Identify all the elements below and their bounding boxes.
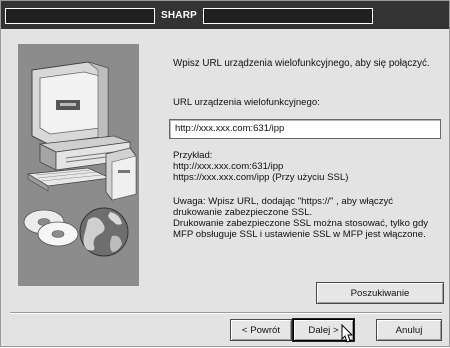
button-row-separator bbox=[10, 312, 442, 314]
back-button[interactable]: < Powrót bbox=[230, 319, 292, 341]
computer-illustration bbox=[18, 44, 139, 286]
example-text: Przykład: http://xxx.xxx.com:631/ipp htt… bbox=[173, 150, 349, 183]
search-button[interactable]: Poszukiwanie bbox=[316, 282, 444, 304]
window-title: SHARP bbox=[161, 10, 198, 21]
computer-illustration-icon bbox=[18, 44, 139, 286]
cancel-button[interactable]: Anuluj bbox=[376, 319, 442, 341]
ssl-note-text: Uwaga: Wpisz URL, dodając "https://" , a… bbox=[173, 196, 429, 240]
title-bar: SHARP bbox=[1, 1, 449, 29]
title-bar-decoration-right bbox=[203, 8, 373, 24]
url-input[interactable]: http://xxx.xxx.com:631/ipp bbox=[169, 119, 441, 139]
url-field-label: URL urządzenia wielofunkcyjnego: bbox=[173, 97, 320, 108]
instruction-text: Wpisz URL urządzenia wielofunkcyjnego, a… bbox=[173, 58, 430, 69]
title-bar-decoration-left bbox=[5, 8, 155, 24]
installer-dialog: SHARP Wpisz URL urządzenia wielofunkcyjn… bbox=[0, 0, 450, 347]
mouse-pointer-icon bbox=[341, 324, 354, 343]
